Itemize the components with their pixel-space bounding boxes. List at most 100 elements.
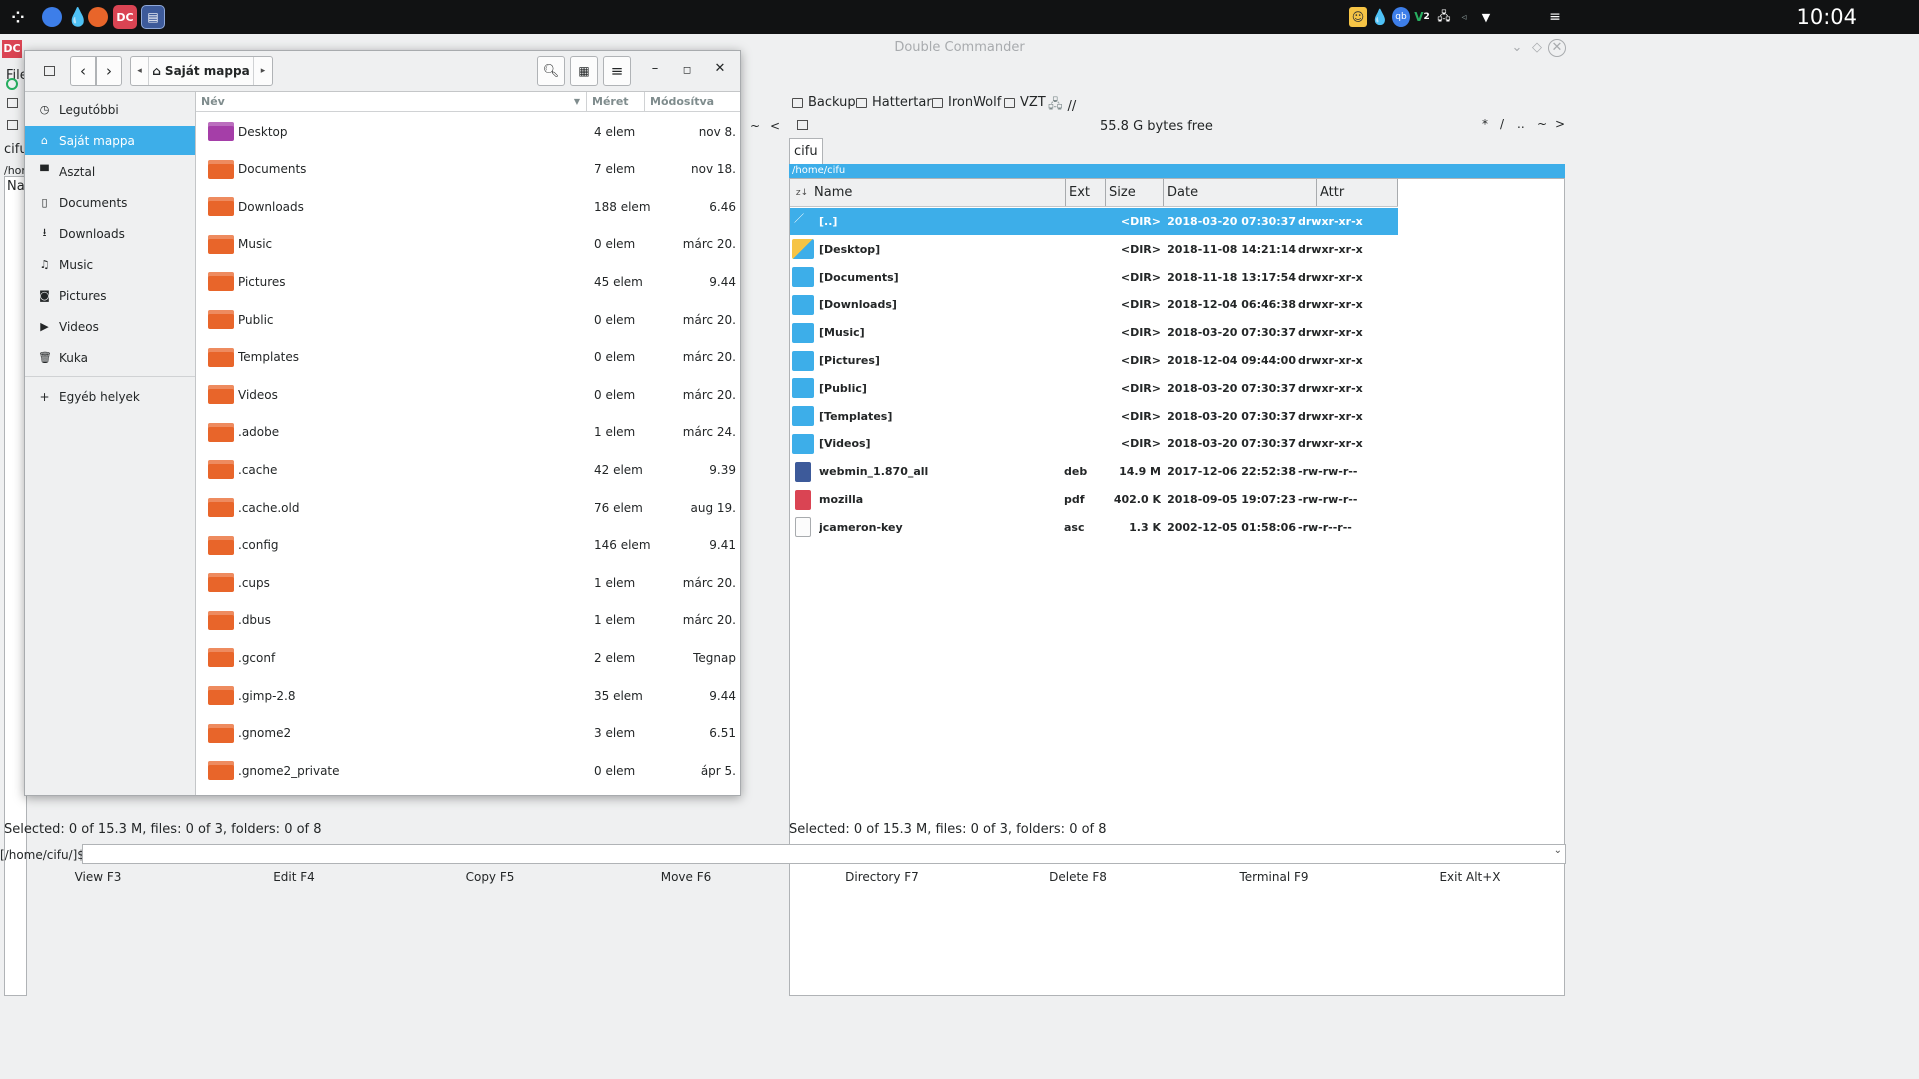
drive-backup-button[interactable]: Backup — [792, 95, 856, 110]
vpn-tray-icon[interactable]: V2 — [1414, 7, 1430, 27]
col-size-header[interactable]: Size — [1106, 179, 1164, 206]
droplet-icon[interactable]: 💧 — [66, 5, 90, 29]
file-row[interactable]: [Documents] <DIR> 2018-11-18 13:17:54 drwxr… — [790, 264, 1398, 291]
file-row[interactable]: [Public] <DIR> 2018-03-20 07:30:37 drwxr-xr… — [790, 375, 1398, 402]
drive-ironwolf-button[interactable]: IronWolf — [932, 95, 1001, 110]
file-row[interactable]: Public 0 elem márc 20. — [196, 301, 736, 338]
file-row[interactable]: Pictures 45 elem 9.44 — [196, 263, 736, 300]
maximize-icon[interactable]: ◇ — [1528, 39, 1546, 57]
file-row[interactable]: .gnome2_private 0 elem ápr 5. — [196, 752, 736, 789]
nav-next[interactable]: > — [1555, 117, 1565, 131]
tray-expand-icon[interactable]: ▼ — [1480, 7, 1492, 27]
sidebar-item-documents[interactable]: ▯ Documents — [25, 188, 195, 217]
grid-view-button[interactable]: ▦ — [570, 56, 598, 86]
drive-vzt-button[interactable]: VZT — [1004, 95, 1046, 110]
file-row[interactable]: mozilla pdf 402.0 K 2018-09-05 19:07:23 -rw-… — [790, 486, 1398, 513]
file-manager-icon[interactable]: ▤ — [141, 5, 165, 29]
file-row[interactable]: .dbus 1 elem márc 20. — [196, 602, 736, 639]
right-path[interactable]: /home/cifu — [789, 164, 1565, 178]
file-row-selected[interactable]: [..] <DIR> 2018-03-20 07:30:37 drwxr-xr-x — [790, 208, 1398, 235]
sidebar-item-videos[interactable]: ▶ Videos — [25, 312, 195, 341]
panel-menu-icon[interactable]: ≡ — [1547, 7, 1563, 27]
close-icon[interactable]: ✕ — [1548, 39, 1566, 57]
col-ext-header[interactable]: Ext — [1066, 179, 1106, 206]
col-attr-header[interactable]: Attr — [1317, 179, 1398, 206]
col-date-header[interactable]: Date — [1164, 179, 1317, 206]
close-icon[interactable]: ✕ — [710, 61, 730, 81]
fkey-button[interactable]: Copy F5 — [392, 866, 588, 888]
sidebar-item-legutóbbi[interactable]: ◷ Legutóbbi — [25, 95, 195, 124]
drive-left-icon[interactable] — [7, 98, 18, 108]
file-row[interactable]: .gnome2 3 elem 6.51 — [196, 715, 736, 752]
file-row[interactable]: .cups 1 elem márc 20. — [196, 564, 736, 601]
left-col-name[interactable]: Na — [7, 179, 25, 194]
file-row[interactable]: [Templates] <DIR> 2018-03-20 07:30:37 drwxr… — [790, 403, 1398, 430]
file-row[interactable]: Downloads 188 elem 6.46 — [196, 188, 736, 225]
network-tray-icon[interactable]: 🖧 — [1436, 7, 1452, 27]
double-commander-icon[interactable]: DC — [113, 5, 137, 29]
minimize-icon[interactable]: – — [645, 61, 665, 81]
fkey-button[interactable]: Directory F7 — [784, 866, 980, 888]
file-row[interactable]: Desktop 4 elem nov 8. — [196, 113, 736, 150]
fkey-button[interactable]: Terminal F9 — [1176, 866, 1372, 888]
nav-slash[interactable]: / — [1500, 117, 1504, 131]
browser-icon[interactable] — [42, 7, 62, 27]
right-tab[interactable]: cifu — [789, 138, 823, 164]
sidebar-item-pictures[interactable]: ◙ Pictures — [25, 281, 195, 310]
qbittorrent-tray-icon[interactable]: qb — [1392, 7, 1410, 27]
col-name-header[interactable]: z↓ Name — [790, 179, 1066, 206]
file-row[interactable]: .cache 42 elem 9.39 — [196, 451, 736, 488]
sidebar-item-asztal[interactable]: ▀ Asztal — [25, 157, 195, 186]
file-row[interactable]: [Desktop] <DIR> 2018-11-08 14:21:14 drwxr-x… — [790, 236, 1398, 263]
left-nav-home[interactable]: ~ — [750, 119, 760, 133]
chevron-down-icon[interactable]: ⌄ — [1554, 845, 1562, 856]
drive-right-icon[interactable] — [797, 120, 808, 130]
file-row[interactable]: jcameron-key asc 1.3 K 2002-12-05 01:58:06-… — [790, 514, 1398, 541]
nav-parent[interactable]: .. — [1517, 117, 1525, 131]
notes-tray-icon[interactable]: ☺ — [1349, 7, 1367, 27]
app-launcher-icon[interactable]: ⁘ — [6, 5, 30, 29]
refresh-icon[interactable] — [6, 78, 18, 90]
fkey-button[interactable]: Edit F4 — [196, 866, 392, 888]
file-row[interactable]: Templates 0 elem márc 20. — [196, 339, 736, 376]
sidebar-item-music[interactable]: ♫ Music — [25, 250, 195, 279]
firefox-icon[interactable] — [88, 7, 108, 27]
search-button[interactable]: 🔍︎ — [537, 56, 565, 86]
file-row[interactable]: [Videos] <DIR> 2018-03-20 07:30:37 drwxr-xr… — [790, 430, 1398, 457]
drive-hattertar-button[interactable]: Hattertar — [856, 95, 932, 110]
col-modified-header[interactable]: Módosítva — [645, 92, 735, 111]
sidebar-item-saját-mappa[interactable]: ⌂ Saját mappa — [25, 126, 195, 155]
file-row[interactable]: .gconf 2 elem Tegnap — [196, 639, 736, 676]
clock[interactable]: 10:04 — [1796, 5, 1857, 29]
file-row[interactable]: .adobe 1 elem márc 24. — [196, 414, 736, 451]
maximize-icon[interactable]: ◻ — [677, 61, 697, 81]
nav-root[interactable]: * — [1482, 117, 1488, 131]
file-row[interactable]: [Music] <DIR> 2018-03-20 07:30:37 drwxr-xr-… — [790, 319, 1398, 346]
file-row[interactable]: Documents 7 elem nov 18. — [196, 151, 736, 188]
fkey-button[interactable]: Delete F8 — [980, 866, 1176, 888]
file-row[interactable]: .config 146 elem 9.41 — [196, 527, 736, 564]
nav-home[interactable]: ~ — [1537, 117, 1547, 131]
fkey-button[interactable]: Exit Alt+X — [1372, 866, 1568, 888]
file-row[interactable]: Music 0 elem márc 20. — [196, 226, 736, 263]
fkey-button[interactable]: Move F6 — [588, 866, 784, 888]
drive-root-button[interactable]: 🖧// — [1048, 95, 1076, 117]
crumb-home-button[interactable]: ⌂ Saját mappa — [149, 57, 254, 85]
menu-button[interactable]: ≡ — [603, 56, 631, 86]
file-row[interactable]: .gimp-2.8 35 elem 9.44 — [196, 677, 736, 714]
file-row[interactable]: webmin_1.870_all deb 14.9 M 2017-12-06 22:5… — [790, 458, 1398, 485]
drive-left-icon-2[interactable] — [7, 120, 18, 130]
crumb-right-arrow[interactable]: ▸ — [254, 66, 272, 76]
col-name-header[interactable]: Név ▼ — [196, 92, 587, 111]
file-row[interactable]: .cache.old 76 elem aug 19. — [196, 489, 736, 526]
crumb-left-arrow[interactable]: ◂ — [131, 57, 149, 85]
sidebar-item-downloads[interactable]: ⭳ Downloads — [25, 219, 195, 248]
forward-button[interactable]: › — [96, 56, 122, 86]
minimize-icon[interactable]: ⌄ — [1508, 39, 1526, 57]
sidebar-item-kuka[interactable]: 🗑 Kuka — [25, 343, 195, 372]
droplet-tray-icon[interactable]: 💧 — [1371, 7, 1390, 27]
file-row[interactable]: Videos 0 elem márc 20. — [196, 376, 736, 413]
left-nav-prev[interactable]: < — [770, 119, 780, 133]
file-row[interactable]: [Downloads] <DIR> 2018-12-04 06:46:38 drwxr… — [790, 291, 1398, 318]
volume-tray-icon[interactable]: ◃ — [1456, 7, 1472, 27]
